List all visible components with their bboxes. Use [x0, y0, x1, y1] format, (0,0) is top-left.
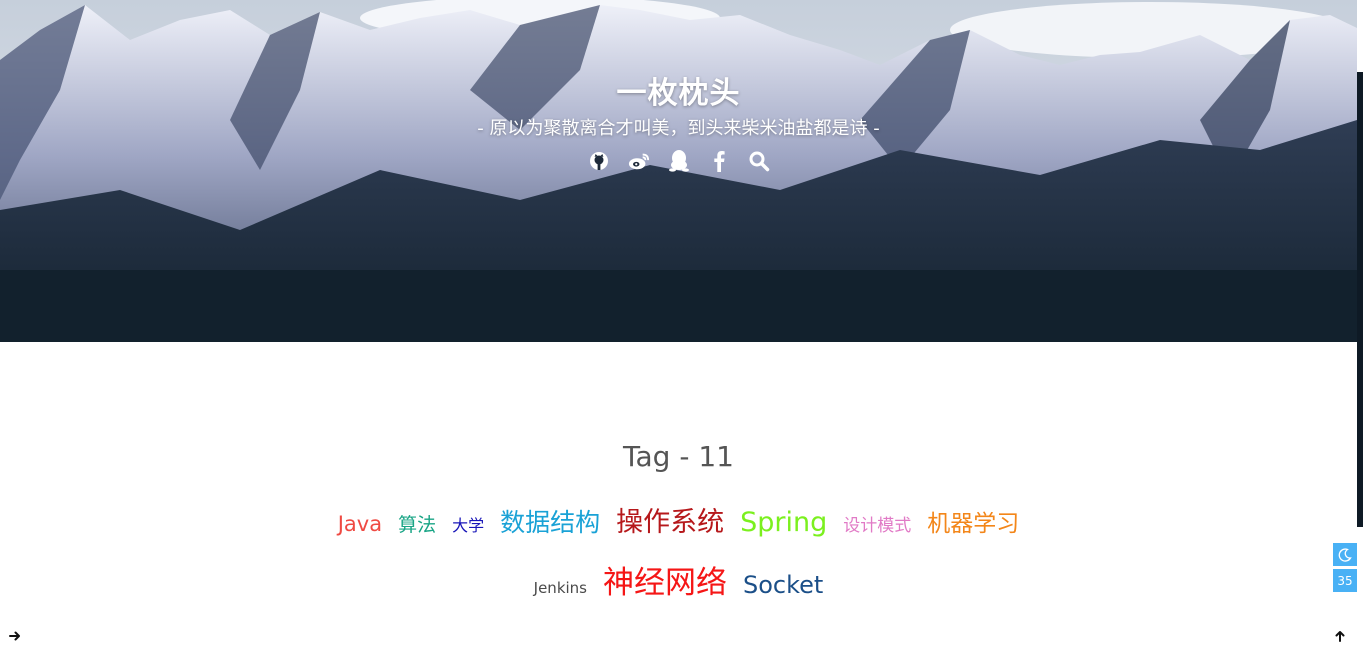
- arrow-right-icon[interactable]: [7, 628, 23, 644]
- tag-university[interactable]: 大学: [452, 512, 484, 536]
- header-banner: 一枚枕头 - 原以为聚散离合才叫美，到头来柴米油盐都是诗 -: [0, 0, 1357, 342]
- weibo-icon[interactable]: [628, 148, 650, 174]
- tag-design-patterns[interactable]: 设计模式: [843, 511, 911, 536]
- qq-icon[interactable]: [668, 148, 690, 174]
- facebook-icon[interactable]: [708, 148, 730, 174]
- tag-java[interactable]: Java: [338, 512, 382, 536]
- tag-spring[interactable]: Spring: [740, 507, 827, 538]
- tag-jenkins[interactable]: Jenkins: [534, 579, 587, 597]
- tag-machine-learning[interactable]: 机器学习: [927, 504, 1019, 538]
- tag-socket[interactable]: Socket: [743, 571, 823, 599]
- page-title: Tag - 11: [623, 440, 734, 473]
- site-subtitle: - 原以为聚散离合才叫美，到头来柴米油盐都是诗 -: [477, 118, 880, 139]
- search-icon[interactable]: [748, 148, 770, 174]
- page-edge-shadow: [1357, 72, 1363, 527]
- site-title[interactable]: 一枚枕头: [0, 68, 1357, 112]
- arrow-up-icon[interactable]: [1332, 628, 1348, 644]
- reading-progress-button[interactable]: 35: [1333, 569, 1357, 592]
- tag-cloud-row-2: Jenkins 神经网络 Socket: [0, 557, 1357, 602]
- tag-data-structures[interactable]: 数据结构: [500, 503, 600, 539]
- tag-operating-systems[interactable]: 操作系统: [616, 500, 724, 539]
- tag-neural-networks[interactable]: 神经网络: [603, 557, 727, 602]
- github-icon[interactable]: [588, 148, 610, 174]
- tag-algorithm[interactable]: 算法: [398, 510, 436, 537]
- tag-cloud-row-1: Java 算法 大学 数据结构 操作系统 Spring 设计模式 机器学习: [0, 500, 1357, 539]
- social-icons: [0, 148, 1357, 174]
- moon-icon: [1338, 547, 1352, 562]
- dark-mode-button[interactable]: [1333, 543, 1357, 566]
